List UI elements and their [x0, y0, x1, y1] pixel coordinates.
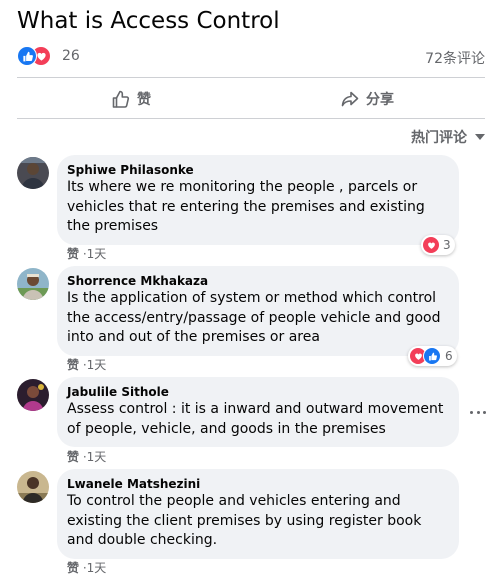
reaction-count[interactable]: 26 — [62, 48, 80, 64]
comment-reactions[interactable]: 6 — [408, 346, 457, 366]
caret-down-icon — [475, 134, 485, 140]
comment-meta: 赞 ·1天 — [67, 356, 106, 373]
comment-like-link[interactable]: 赞 — [67, 450, 79, 464]
comment-time[interactable]: 1天 — [87, 450, 107, 464]
comment-bubble: Shorrence Mkhakaza Is the application of… — [57, 266, 459, 356]
comment-count-link[interactable]: 72条评论 — [425, 48, 485, 68]
comment-reactions[interactable]: 3 — [421, 235, 455, 255]
divider — [17, 118, 485, 119]
comment-like-link[interactable]: 赞 — [67, 247, 79, 261]
comment-text: To control the people and vehicles enter… — [67, 493, 422, 548]
like-button-label: 赞 — [137, 92, 151, 108]
comment-like-link[interactable]: 赞 — [67, 358, 79, 372]
comment-time[interactable]: 1天 — [87, 247, 107, 261]
share-button[interactable]: 分享 — [340, 86, 394, 112]
sort-label: 热门评论 — [411, 130, 467, 146]
comment-meta: 赞 ·1天 — [67, 559, 106, 576]
share-arrow-icon — [341, 91, 359, 107]
avatar[interactable] — [17, 268, 49, 300]
comment-text: Is the application of system or method w… — [67, 290, 441, 345]
comment-reaction-count: 6 — [445, 349, 453, 363]
share-button-label: 分享 — [366, 92, 394, 108]
like-button[interactable]: 赞 — [111, 86, 151, 112]
avatar[interactable] — [17, 157, 49, 189]
comment-reaction-count: 3 — [443, 238, 451, 252]
love-reaction-icon — [423, 237, 439, 253]
avatar[interactable] — [17, 379, 49, 411]
dot — [470, 410, 473, 414]
avatar[interactable] — [17, 471, 49, 503]
reaction-icons[interactable] — [17, 46, 57, 66]
comment-sort-dropdown[interactable]: 热门评论 — [411, 127, 485, 147]
comment-meta: 赞 ·1天 — [67, 448, 106, 465]
comment-time[interactable]: 1天 — [87, 561, 107, 575]
comment-like-link[interactable]: 赞 — [67, 561, 79, 575]
comment-bubble: Sphiwe Philasonke Its where we re monito… — [57, 155, 459, 245]
comment-meta: 赞 ·1天 — [67, 245, 106, 262]
reaction-summary-bar: 26 72条评论 — [17, 44, 485, 70]
comment-text: Assess control : it is a inward and outw… — [67, 401, 444, 437]
dot — [483, 410, 486, 414]
post-title: What is Access Control — [17, 8, 280, 34]
comment-author[interactable]: Jabulile Sithole — [67, 384, 447, 400]
thumbs-up-icon — [112, 90, 130, 108]
comment-author[interactable]: Lwanele Matshezini — [67, 476, 447, 492]
divider — [17, 77, 485, 78]
like-reaction-icon — [17, 46, 37, 66]
comment-bubble: Jabulile Sithole Assess control : it is … — [57, 377, 459, 447]
comment-bubble: Lwanele Matshezini To control the people… — [57, 469, 459, 559]
comment-author[interactable]: Shorrence Mkhakaza — [67, 273, 447, 289]
comment-author[interactable]: Sphiwe Philasonke — [67, 162, 447, 178]
more-options-icon[interactable] — [470, 407, 486, 417]
comment-time[interactable]: 1天 — [87, 358, 107, 372]
comment-text: Its where we re monitoring the people , … — [67, 179, 425, 234]
like-reaction-icon — [423, 347, 441, 365]
dot — [476, 410, 480, 414]
